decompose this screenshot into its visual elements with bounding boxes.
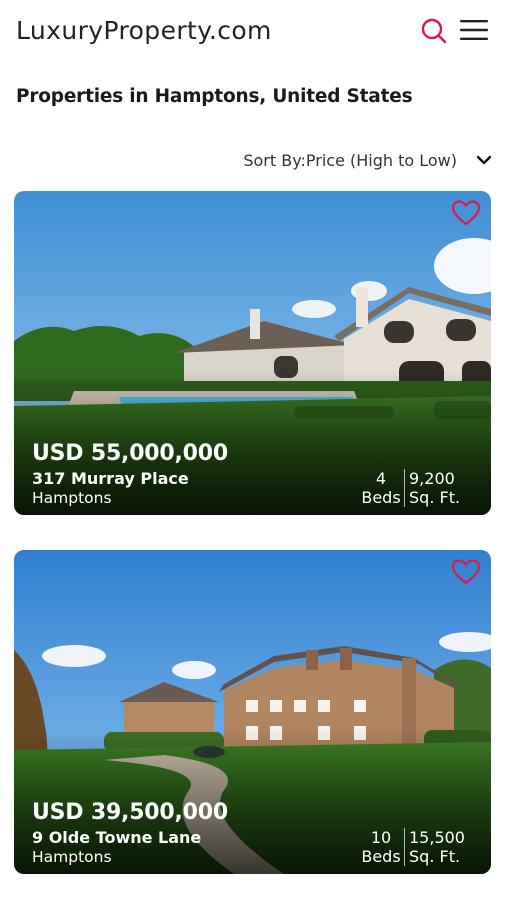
beds-stat: 10 Beds (361, 828, 401, 866)
beds-label: Beds (361, 488, 401, 507)
hamburger-menu-icon (460, 20, 488, 40)
sqft-stat: 9,200 Sq. Ft. (409, 469, 471, 507)
sort-label: Sort By:Price (High to Low) (243, 150, 457, 170)
beds-stat: 4 Beds (361, 469, 401, 507)
search-button[interactable] (420, 17, 448, 45)
site-logo[interactable]: LuxuryProperty.com (16, 16, 272, 45)
beds-label: Beds (361, 847, 401, 866)
sort-dropdown[interactable]: Sort By:Price (High to Low) (243, 148, 493, 172)
listing-card[interactable]: USD 55,000,000 317 Murray Place Hamptons… (14, 191, 491, 515)
favorite-button[interactable] (451, 199, 481, 227)
sqft-stat: 15,500 Sq. Ft. (409, 828, 471, 866)
stat-divider (404, 828, 405, 866)
listing-card[interactable]: USD 39,500,000 9 Olde Towne Lane Hampton… (14, 550, 491, 874)
property-photo (14, 191, 491, 515)
page-title: Properties in Hamptons, United States (16, 86, 413, 107)
beds-value: 10 (370, 828, 392, 847)
stat-divider (404, 469, 405, 507)
listing-area: Hamptons (32, 489, 112, 507)
beds-value: 4 (375, 469, 387, 488)
heart-outline-icon (451, 559, 481, 585)
listing-price: USD 39,500,000 (32, 800, 229, 825)
sqft-value: 9,200 (409, 469, 455, 488)
favorite-button[interactable] (451, 558, 481, 586)
listing-area: Hamptons (32, 848, 112, 866)
menu-button[interactable] (459, 18, 489, 42)
sqft-value: 15,500 (409, 828, 465, 847)
listing-price: USD 55,000,000 (32, 441, 229, 466)
sqft-label: Sq. Ft. (409, 847, 461, 866)
search-icon (421, 18, 447, 44)
listing-address: 317 Murray Place (32, 469, 189, 488)
property-photo (14, 550, 491, 874)
heart-outline-icon (451, 200, 481, 226)
app-header: LuxuryProperty.com (0, 0, 507, 64)
sqft-label: Sq. Ft. (409, 488, 461, 507)
chevron-down-icon (476, 155, 492, 165)
listing-address: 9 Olde Towne Lane (32, 828, 202, 847)
